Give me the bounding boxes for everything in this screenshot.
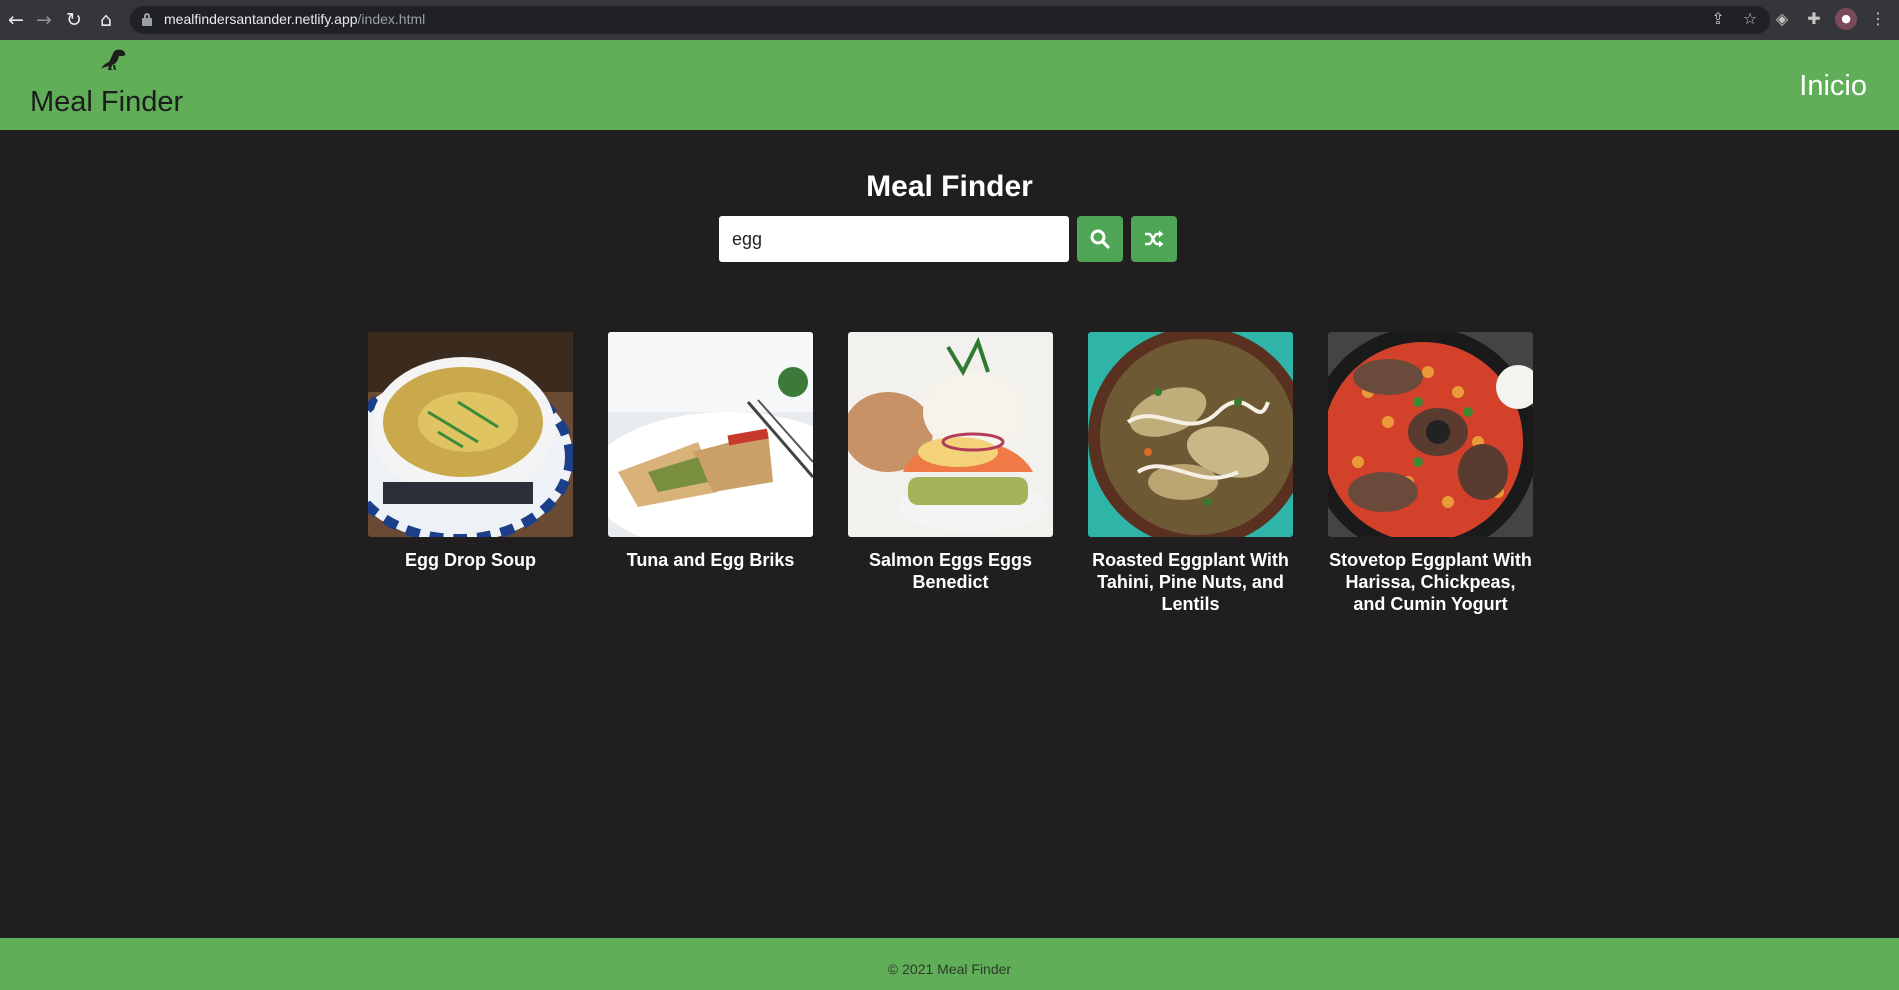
nav-link-inicio[interactable]: Inicio xyxy=(1799,70,1867,103)
profile-avatar[interactable]: ● xyxy=(1835,8,1857,30)
lock-icon[interactable] xyxy=(142,13,152,26)
address-bar[interactable]: mealfindersantander.netlify.app/index.ht… xyxy=(130,6,1770,34)
meal-title: Stovetop Eggplant With Harissa, Chickpea… xyxy=(1329,550,1532,614)
search-form xyxy=(719,216,1177,262)
back-icon[interactable]: ← xyxy=(4,8,28,32)
search-icon xyxy=(1090,229,1110,249)
meal-card[interactable]: Tuna and Egg Briks xyxy=(608,332,813,615)
meal-title: Egg Drop Soup xyxy=(405,550,536,570)
url-text: mealfindersantander.netlify.app/index.ht… xyxy=(164,11,426,27)
meal-image[interactable] xyxy=(1088,332,1293,537)
meal-title: Roasted Eggplant With Tahini, Pine Nuts,… xyxy=(1092,550,1289,614)
puzzle-icon[interactable]: ✚ xyxy=(1803,8,1825,30)
meal-title: Salmon Eggs Eggs Benedict xyxy=(868,550,1033,592)
site-footer: © 2021 Meal Finder xyxy=(0,938,1899,990)
meal-card[interactable]: Roasted Eggplant With Tahini, Pine Nuts,… xyxy=(1088,332,1293,615)
shuffle-icon xyxy=(1145,230,1164,248)
share-icon[interactable]: ⇪ xyxy=(1707,8,1729,30)
home-icon[interactable]: ⌂ xyxy=(94,8,118,32)
forward-icon[interactable]: → xyxy=(32,8,56,32)
extension-icon[interactable]: ◈ xyxy=(1771,8,1793,30)
meal-image[interactable] xyxy=(1328,332,1533,537)
site-header: Meal Finder Inicio xyxy=(0,40,1899,130)
browser-toolbar: ← → ↻ ⌂ mealfindersantander.netlify.app/… xyxy=(0,0,1899,40)
meal-image[interactable] xyxy=(368,332,573,537)
meal-card[interactable]: Stovetop Eggplant With Harissa, Chickpea… xyxy=(1328,332,1533,615)
logo-text: Meal Finder xyxy=(30,86,184,118)
meal-card[interactable]: Salmon Eggs Eggs Benedict xyxy=(848,332,1053,615)
logo[interactable]: Meal Finder xyxy=(30,48,192,124)
menu-icon[interactable]: ⋮ xyxy=(1867,8,1889,30)
meal-card[interactable]: Egg Drop Soup xyxy=(368,332,573,615)
meal-image[interactable] xyxy=(608,332,813,537)
search-button[interactable] xyxy=(1077,216,1123,262)
meal-title: Tuna and Egg Briks xyxy=(626,550,795,570)
meal-image[interactable] xyxy=(848,332,1053,537)
page-title: Meal Finder xyxy=(866,170,1033,203)
meals-grid: Egg Drop Soup Tuna and Egg Briks Salmon … xyxy=(368,332,1533,615)
reload-icon[interactable]: ↻ xyxy=(62,8,86,32)
search-input[interactable] xyxy=(719,216,1069,262)
footer-copyright: © 2021 Meal Finder xyxy=(887,961,1012,977)
star-icon[interactable]: ☆ xyxy=(1739,8,1761,30)
random-button[interactable] xyxy=(1131,216,1177,262)
dinosaur-icon xyxy=(101,49,126,70)
